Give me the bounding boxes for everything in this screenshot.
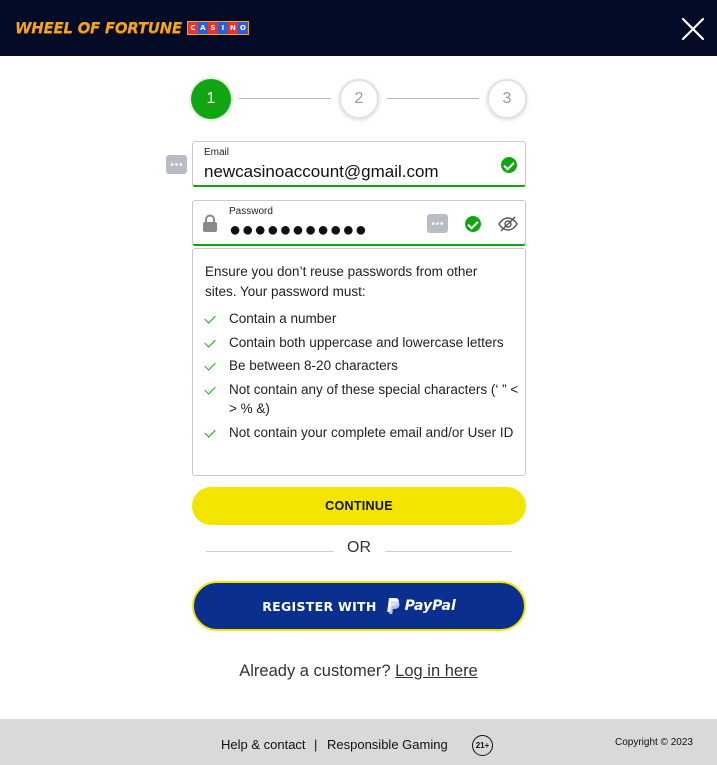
top-bar: WHEEL OF FORTUNE CASINO: [0, 0, 717, 56]
logo-badge-letter: S: [207, 22, 218, 34]
rules-intro: Ensure you don’t reuse passwords from ot…: [205, 264, 478, 299]
step-1: 1: [191, 79, 231, 119]
password-rules-panel: Ensure you don’t reuse passwords from ot…: [192, 248, 526, 476]
rule-text: Not contain any of these special charact…: [229, 382, 519, 416]
logo: WHEEL OF FORTUNE CASINO: [15, 19, 249, 37]
eye-slash-icon[interactable]: [498, 215, 518, 233]
logo-badge-letter: C: [187, 22, 198, 34]
email-input[interactable]: newcasinoaccount@gmail.com: [204, 162, 439, 182]
valid-check-icon: [501, 157, 517, 173]
rule-text: Be between 8-20 characters: [229, 358, 398, 373]
step-3: 3: [487, 79, 527, 119]
email-label: Email: [204, 147, 230, 158]
check-icon: [204, 336, 216, 348]
continue-button[interactable]: CONTINUE: [192, 487, 526, 525]
logo-badge-letter: N: [227, 22, 238, 34]
divider: [206, 551, 333, 552]
step-connector: [239, 98, 331, 99]
divider: [385, 551, 512, 552]
logo-badge-letter: I: [217, 22, 228, 34]
check-icon: [204, 359, 216, 371]
logo-badge-letter: A: [197, 22, 208, 34]
logo-casino-badge: CASINO: [186, 21, 249, 35]
register-with-paypal-button[interactable]: REGISTER WITH PayPal: [192, 581, 526, 631]
valid-check-icon: [465, 216, 481, 232]
lock-icon: [203, 214, 217, 232]
password-field[interactable]: Password ●●●●●●●●●●●: [192, 200, 526, 246]
progress-stepper: 1 2 3: [191, 79, 527, 119]
footer: Help & contact | Responsible Gaming 21+ …: [0, 719, 717, 765]
logo-badge-letter: O: [237, 22, 248, 34]
rule-text: Not contain your complete email and/or U…: [229, 425, 514, 440]
rule-text: Contain a number: [229, 311, 337, 326]
login-prompt-text: Already a customer?: [239, 662, 391, 680]
footer-separator: |: [314, 737, 318, 752]
login-link[interactable]: Log in here: [395, 662, 478, 680]
paypal-brand: PayPal: [404, 598, 456, 614]
paypal-button-label: REGISTER WITH: [262, 598, 377, 614]
rule-text: Contain both uppercase and lowercase let…: [229, 335, 504, 350]
login-prompt: Already a customer? Log in here: [0, 662, 717, 681]
email-field[interactable]: Email newcasinoaccount@gmail.com: [192, 141, 526, 187]
paypal-logo-icon: [386, 598, 400, 614]
responsible-gaming-link[interactable]: Responsible Gaming: [327, 737, 448, 752]
step-2: 2: [339, 79, 379, 119]
password-manager-icon[interactable]: [427, 214, 448, 233]
password-input[interactable]: ●●●●●●●●●●●: [229, 219, 367, 242]
close-icon[interactable]: [681, 17, 705, 41]
check-icon: [204, 312, 216, 324]
or-label: OR: [347, 539, 371, 556]
copyright: Copyright © 2023: [615, 737, 693, 748]
age-restriction-badge: 21+: [472, 735, 493, 756]
password-manager-icon[interactable]: [166, 155, 187, 174]
help-contact-link[interactable]: Help & contact: [221, 737, 306, 752]
password-label: Password: [229, 206, 273, 217]
check-icon: [204, 426, 216, 438]
check-icon: [204, 383, 216, 395]
step-connector: [387, 98, 479, 99]
logo-text: WHEEL OF FORTUNE: [15, 19, 182, 37]
